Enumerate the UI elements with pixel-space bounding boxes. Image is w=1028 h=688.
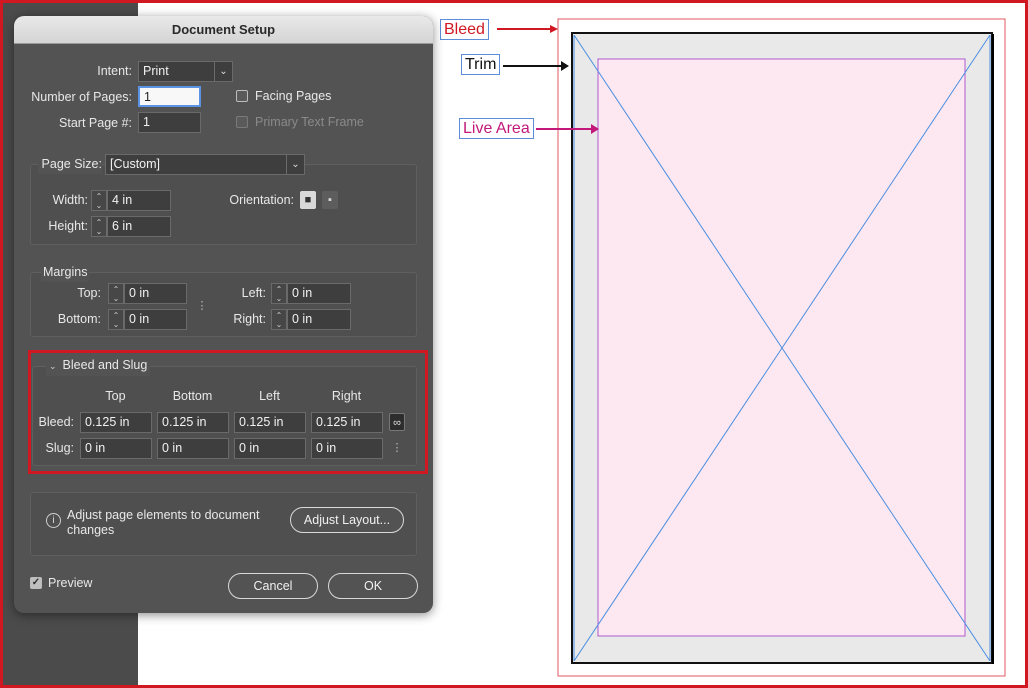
bleed-callout: Bleed (440, 19, 489, 40)
page-size-label: Page Size: (38, 154, 102, 174)
margin-bottom-label: Bottom: (57, 312, 101, 326)
intent-value: Print (143, 64, 169, 78)
trim-callout: Trim (461, 54, 501, 75)
live-area-callout: Live Area (459, 118, 534, 139)
info-icon: i (46, 513, 61, 528)
margin-left-field[interactable]: 0 in (287, 283, 351, 304)
margin-right-field[interactable]: 0 in (287, 309, 351, 330)
adjust-layout-button[interactable]: Adjust Layout... (290, 507, 404, 533)
dialog-title: Document Setup (14, 16, 433, 44)
page-size-select[interactable]: [Custom] ⌄ (105, 154, 305, 175)
height-stepper[interactable]: ⌃ ⌄ (91, 216, 107, 237)
orientation-label: Orientation: (229, 193, 294, 207)
start-page-label: Start Page #: (59, 116, 132, 130)
facing-pages-checkbox[interactable] (236, 90, 248, 102)
adjust-text: Adjust page elements to document changes (67, 508, 260, 537)
margin-top-field[interactable]: 0 in (124, 283, 187, 304)
num-pages-field[interactable]: 1 (138, 86, 201, 107)
margin-top-stepper[interactable]: ⌃ ⌄ (108, 283, 124, 304)
preview-label: Preview (48, 576, 93, 590)
margin-right-label: Right: (233, 312, 266, 326)
page-size-value: [Custom] (110, 157, 161, 171)
preview-checkbox[interactable]: ✓ (30, 577, 42, 589)
facing-pages-label: Facing Pages (255, 89, 332, 103)
margin-bottom-stepper[interactable]: ⌃ ⌄ (108, 309, 124, 330)
start-page-field[interactable]: 1 (138, 112, 201, 133)
document-setup-dialog: Document Setup Intent: Print ⌄ Number of… (14, 16, 433, 613)
margin-left-label: Left: (241, 286, 266, 300)
margin-top-label: Top: (77, 286, 101, 300)
ok-button[interactable]: OK (328, 573, 418, 599)
portrait-icon[interactable]: ■ (300, 191, 316, 209)
trim-arrowhead (561, 61, 569, 71)
intent-select[interactable]: Print ⌄ (138, 61, 233, 82)
width-stepper[interactable]: ⌃ ⌄ (91, 190, 107, 211)
margin-left-stepper[interactable]: ⌃ ⌄ (271, 283, 287, 304)
landscape-icon[interactable]: ▪ (322, 191, 338, 209)
height-label: Height: (48, 219, 88, 233)
margin-right-stepper[interactable]: ⌃ ⌄ (271, 309, 287, 330)
primary-text-frame-label: Primary Text Frame (255, 115, 364, 129)
height-field[interactable]: 6 in (107, 216, 171, 237)
margins-title: Margins (41, 262, 90, 282)
width-field[interactable]: 4 in (107, 190, 171, 211)
cancel-button[interactable]: Cancel (228, 573, 318, 599)
bleed-arrowhead (550, 25, 558, 33)
chevron-down-icon: ⌄ (214, 62, 232, 81)
chain-broken-icon[interactable]: ⋮ (194, 297, 210, 315)
num-pages-label: Number of Pages: (31, 90, 132, 104)
bleed-slug-highlight (28, 350, 428, 474)
width-label: Width: (52, 193, 88, 207)
margin-bottom-field[interactable]: 0 in (124, 309, 187, 330)
primary-text-frame-checkbox[interactable] (236, 116, 248, 128)
chevron-down-icon: ⌄ (286, 155, 304, 174)
checkmark-icon: ✓ (31, 577, 41, 588)
intent-label: Intent: (97, 64, 132, 78)
